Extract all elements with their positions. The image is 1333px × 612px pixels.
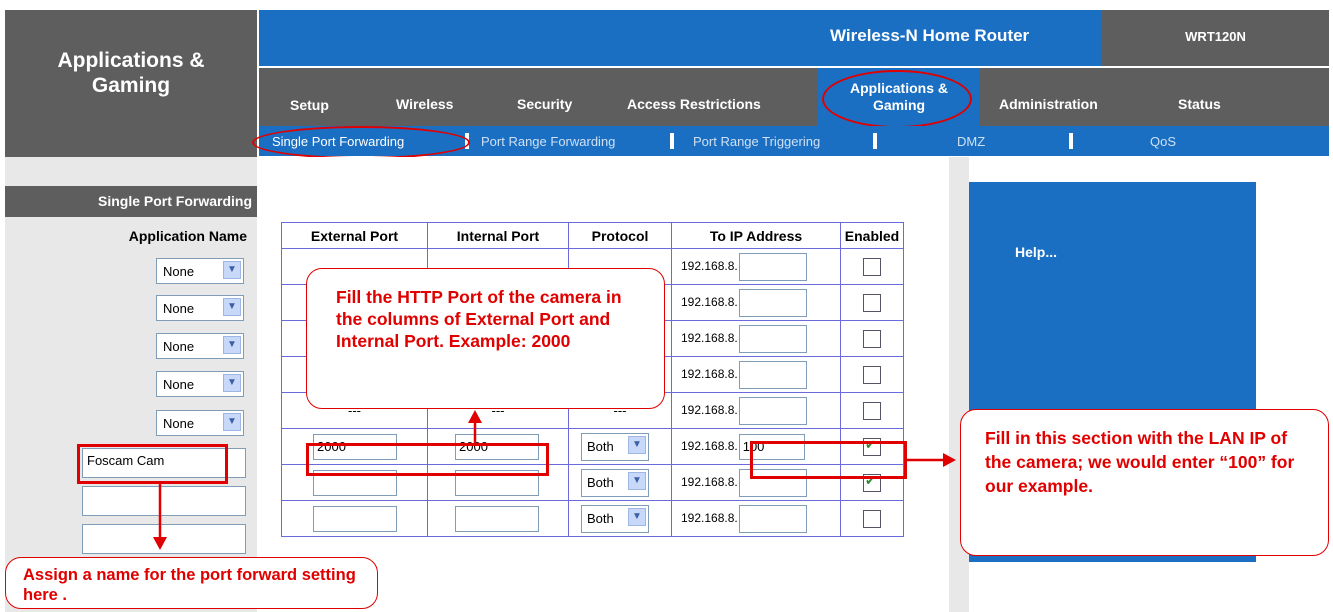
arrow-down-head — [153, 537, 167, 550]
arrow-up-head — [468, 410, 482, 423]
arrow-right-head — [943, 453, 956, 467]
annotation-arrows — [153, 410, 956, 550]
